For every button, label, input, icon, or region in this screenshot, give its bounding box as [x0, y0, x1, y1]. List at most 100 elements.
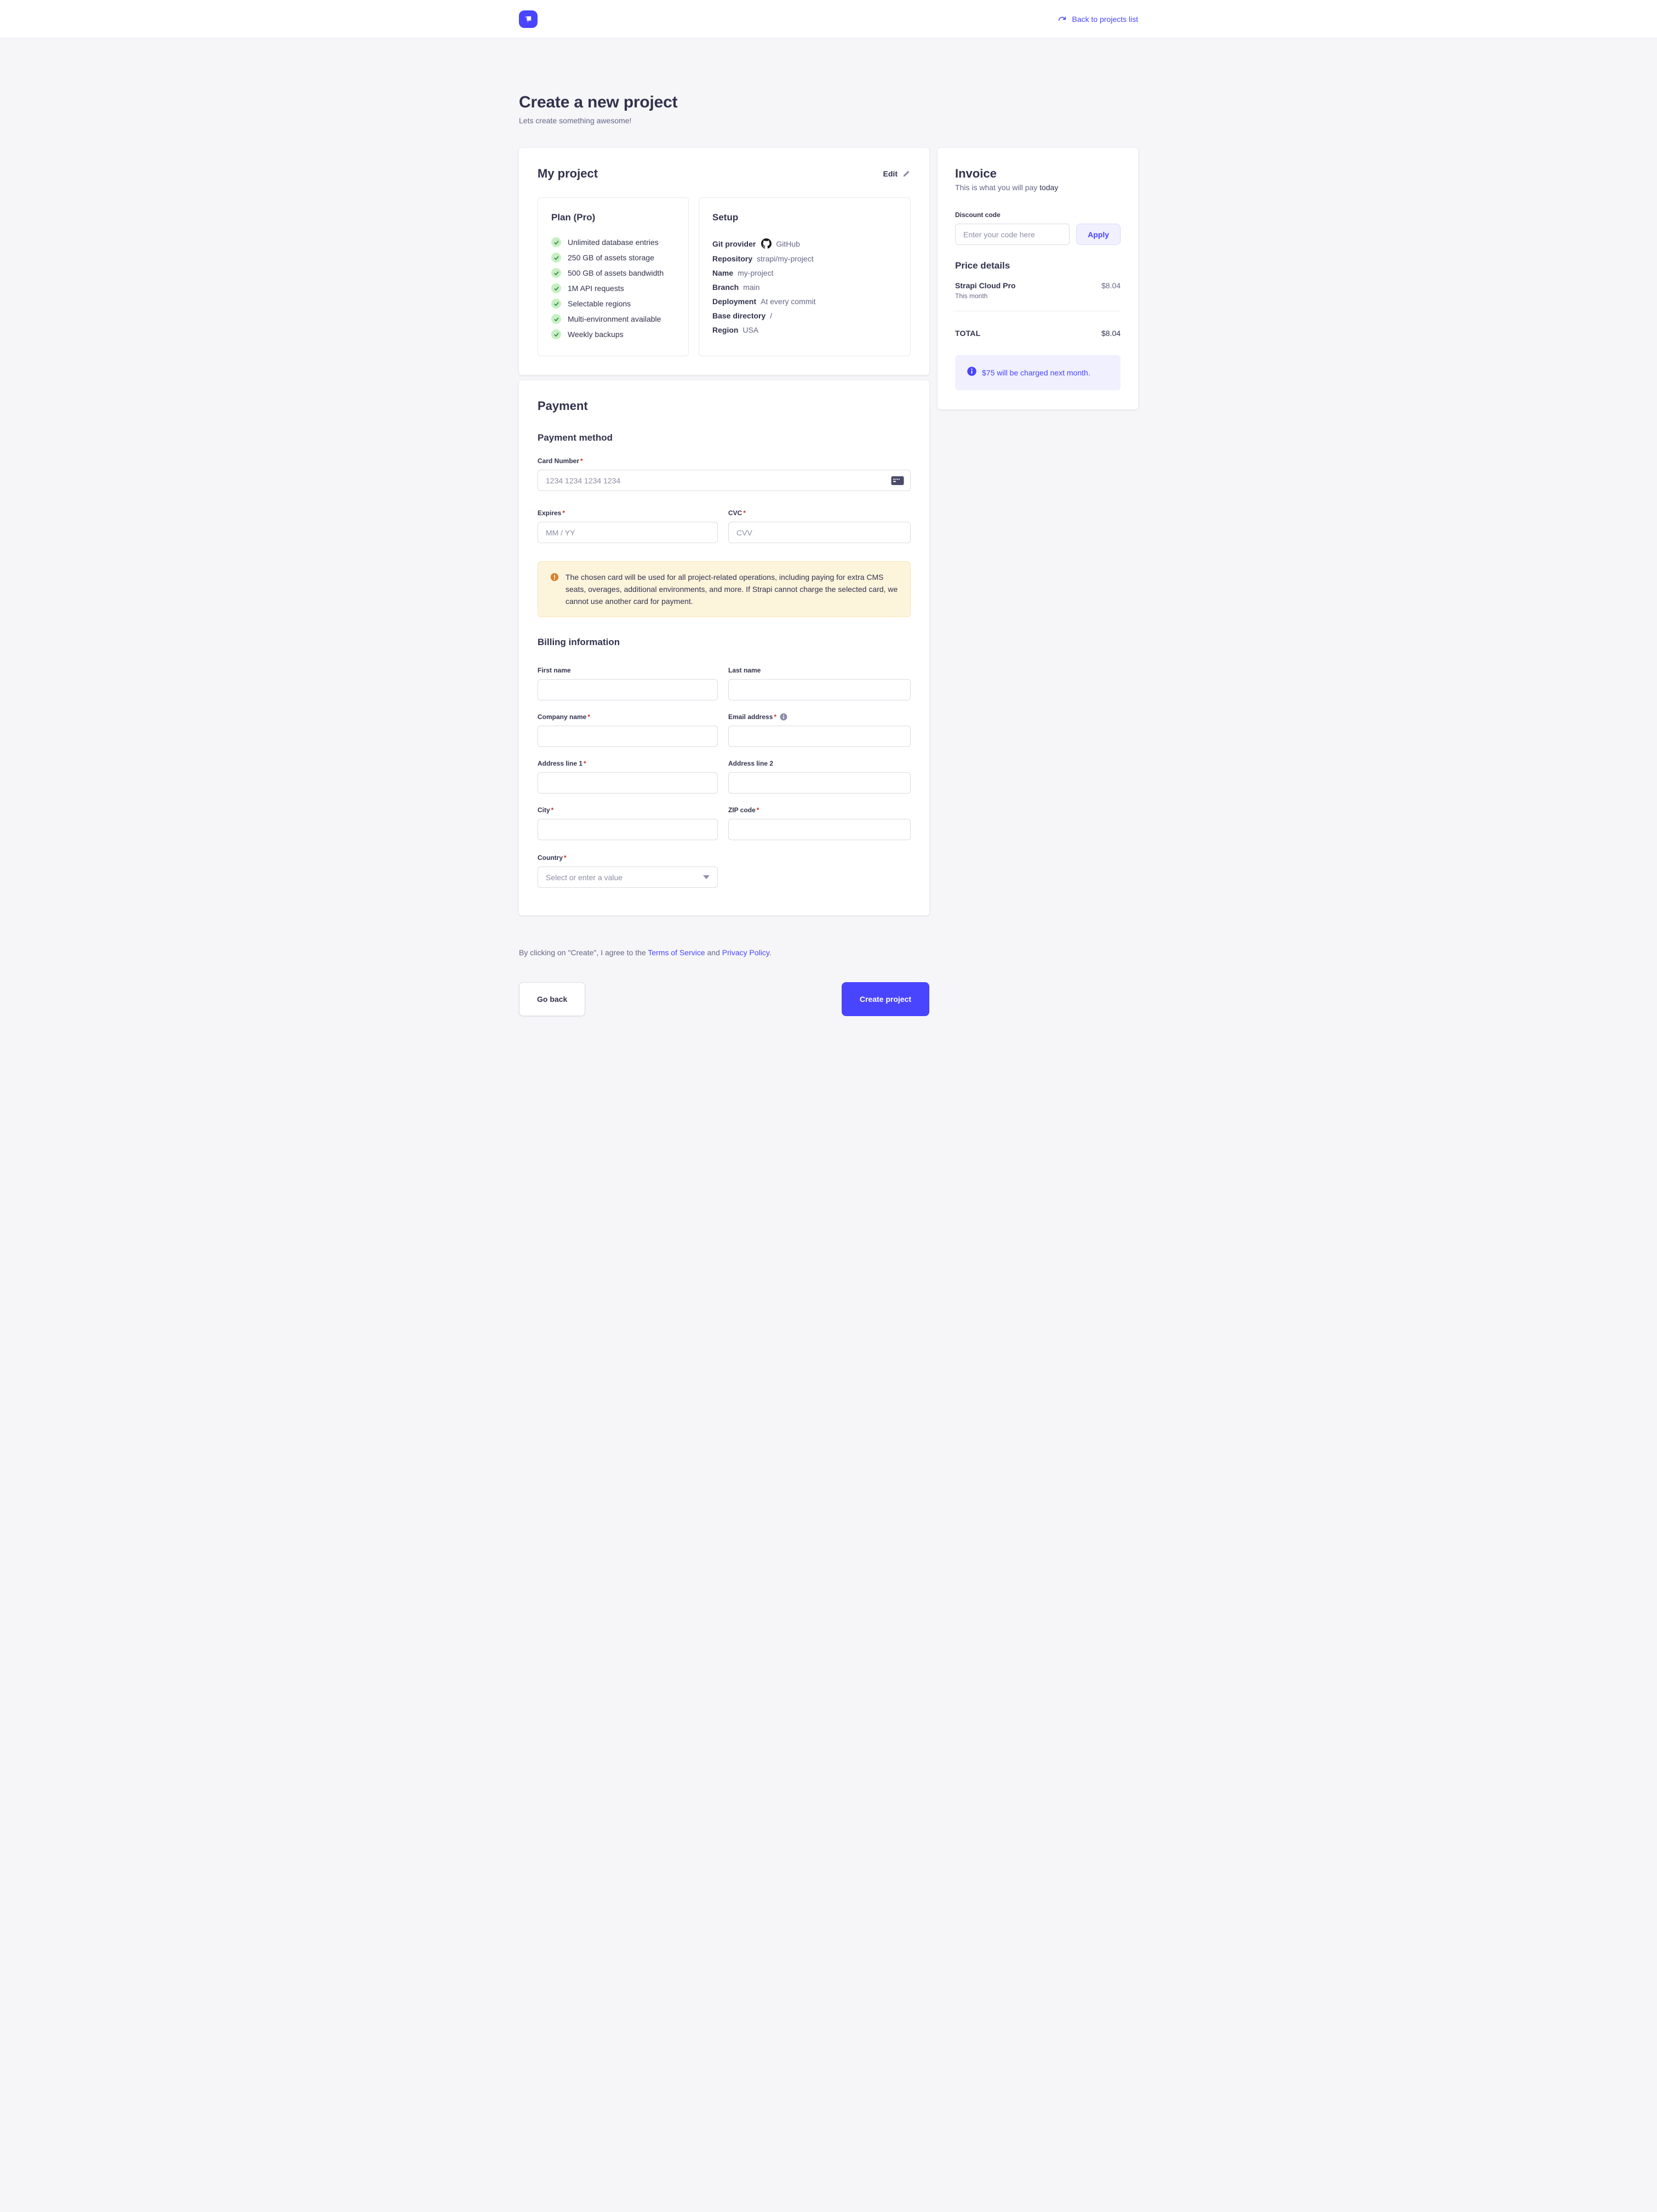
- back-link-label: Back to projects list: [1072, 15, 1138, 24]
- email-field: Email address*: [728, 712, 911, 747]
- zip-code-label: ZIP code*: [728, 806, 911, 814]
- page-subtitle: Lets create something awesome!: [519, 116, 1138, 125]
- required-marker: *: [551, 806, 554, 814]
- privacy-policy-link[interactable]: Privacy Policy: [722, 948, 769, 957]
- company-name-field: Company name*: [538, 712, 718, 747]
- payment-title: Payment: [538, 399, 911, 413]
- info-icon[interactable]: [780, 713, 787, 721]
- setup-box: Setup Git provider GitHub Repository: [699, 197, 911, 356]
- price-line-amount: $8.04: [1101, 281, 1121, 300]
- address-line2-label: Address line 2: [728, 759, 911, 768]
- chevron-down-icon: [703, 875, 710, 879]
- company-name-input[interactable]: [538, 726, 718, 747]
- city-field: City*: [538, 806, 718, 840]
- country-field: Country* Select or enter a value: [538, 853, 718, 888]
- price-line-period: This month: [955, 292, 1015, 300]
- cvc-input[interactable]: [728, 522, 911, 543]
- invoice-card: Invoice This is what you will pay today …: [938, 148, 1138, 409]
- discount-code-label: Discount code: [955, 210, 1121, 219]
- price-line-item: Strapi Cloud Pro This month $8.04: [955, 281, 1121, 300]
- apply-discount-button[interactable]: Apply: [1076, 224, 1121, 245]
- city-input[interactable]: [538, 819, 718, 840]
- city-label: City*: [538, 806, 718, 814]
- project-card-title: My project: [538, 167, 598, 181]
- app-header: Back to projects list: [0, 0, 1657, 38]
- setup-row-name: Name my-project: [712, 269, 897, 277]
- email-input[interactable]: [728, 726, 911, 747]
- strapi-logo-icon: [522, 13, 534, 25]
- go-back-button[interactable]: Go back: [519, 982, 585, 1016]
- strapi-logo[interactable]: [519, 10, 538, 28]
- plan-feature: Multi-environment available: [551, 314, 675, 324]
- create-project-button[interactable]: Create project: [842, 982, 929, 1016]
- setup-title: Setup: [712, 212, 897, 223]
- first-name-input[interactable]: [538, 679, 718, 700]
- plan-feature: Weekly backups: [551, 329, 675, 339]
- total-row: TOTAL $8.04: [955, 329, 1121, 338]
- notice-text: $75 will be charged next month.: [982, 368, 1090, 377]
- expires-label: Expires*: [538, 509, 718, 517]
- edit-project-button[interactable]: Edit: [883, 169, 911, 178]
- country-select[interactable]: Select or enter a value: [538, 866, 718, 888]
- next-month-notice: $75 will be charged next month.: [955, 355, 1121, 390]
- expires-input[interactable]: [538, 522, 718, 543]
- info-icon: [967, 367, 976, 379]
- project-summary-card: My project Edit Plan (Pro) Unlimited dat…: [519, 148, 929, 375]
- card-number-label: Card Number*: [538, 457, 911, 465]
- plan-feature: 500 GB of assets bandwidth: [551, 268, 675, 278]
- required-marker: *: [743, 509, 746, 517]
- check-icon: [551, 329, 561, 339]
- check-icon: [551, 299, 561, 309]
- setup-rows: Git provider GitHub Repository strapi/my…: [712, 238, 897, 334]
- plan-box: Plan (Pro) Unlimited database entries 25…: [538, 197, 689, 356]
- card-number-field: Card Number*: [538, 457, 911, 491]
- required-marker: *: [774, 712, 776, 721]
- address-line1-input[interactable]: [538, 772, 718, 794]
- check-icon: [551, 253, 561, 263]
- discount-code-input[interactable]: [955, 224, 1070, 245]
- zip-code-input[interactable]: [728, 819, 911, 840]
- setup-row-branch: Branch main: [712, 283, 897, 292]
- address-line1-label: Address line 1*: [538, 759, 718, 768]
- plan-title: Plan (Pro): [551, 212, 675, 223]
- card-number-input[interactable]: [538, 470, 911, 491]
- pencil-icon: [902, 169, 911, 178]
- address-line2-input[interactable]: [728, 772, 911, 794]
- country-label: Country*: [538, 853, 718, 862]
- total-amount: $8.04: [1101, 329, 1121, 338]
- setup-row-deployment: Deployment At every commit: [712, 297, 897, 306]
- check-icon: [551, 314, 561, 324]
- first-name-field: First name: [538, 666, 718, 700]
- required-marker: *: [587, 712, 590, 721]
- payment-method-title: Payment method: [538, 432, 911, 443]
- plan-feature: 250 GB of assets storage: [551, 253, 675, 263]
- first-name-label: First name: [538, 666, 718, 675]
- plan-feature: Selectable regions: [551, 299, 675, 309]
- setup-row-region: Region USA: [712, 326, 897, 334]
- country-select-placeholder: Select or enter a value: [546, 873, 622, 882]
- card-usage-warning: The chosen card will be used for all pro…: [538, 561, 911, 617]
- terms-of-service-link[interactable]: Terms of Service: [648, 948, 705, 957]
- price-details-title: Price details: [955, 260, 1121, 271]
- warning-text: The chosen card will be used for all pro…: [565, 571, 898, 607]
- back-arrow-icon: [1057, 14, 1067, 24]
- company-name-label: Company name*: [538, 712, 718, 721]
- agreement-text: By clicking on "Create", I agree to the …: [519, 948, 929, 957]
- total-label: TOTAL: [955, 329, 980, 338]
- address-line1-field: Address line 1*: [538, 759, 718, 794]
- expires-field: Expires*: [538, 509, 718, 543]
- last-name-label: Last name: [728, 666, 911, 675]
- billing-title: Billing information: [538, 637, 911, 648]
- last-name-input[interactable]: [728, 679, 911, 700]
- edit-label: Edit: [883, 169, 898, 178]
- zip-code-field: ZIP code*: [728, 806, 911, 840]
- payment-card: Payment Payment method Card Number*: [519, 380, 929, 915]
- required-marker: *: [584, 759, 586, 768]
- plan-feature: Unlimited database entries: [551, 237, 675, 247]
- plan-feature: 1M API requests: [551, 283, 675, 293]
- cvc-label: CVC*: [728, 509, 911, 517]
- plan-feature-list: Unlimited database entries 250 GB of ass…: [551, 237, 675, 339]
- check-icon: [551, 268, 561, 278]
- required-marker: *: [564, 853, 567, 862]
- back-to-projects-link[interactable]: Back to projects list: [1057, 14, 1138, 24]
